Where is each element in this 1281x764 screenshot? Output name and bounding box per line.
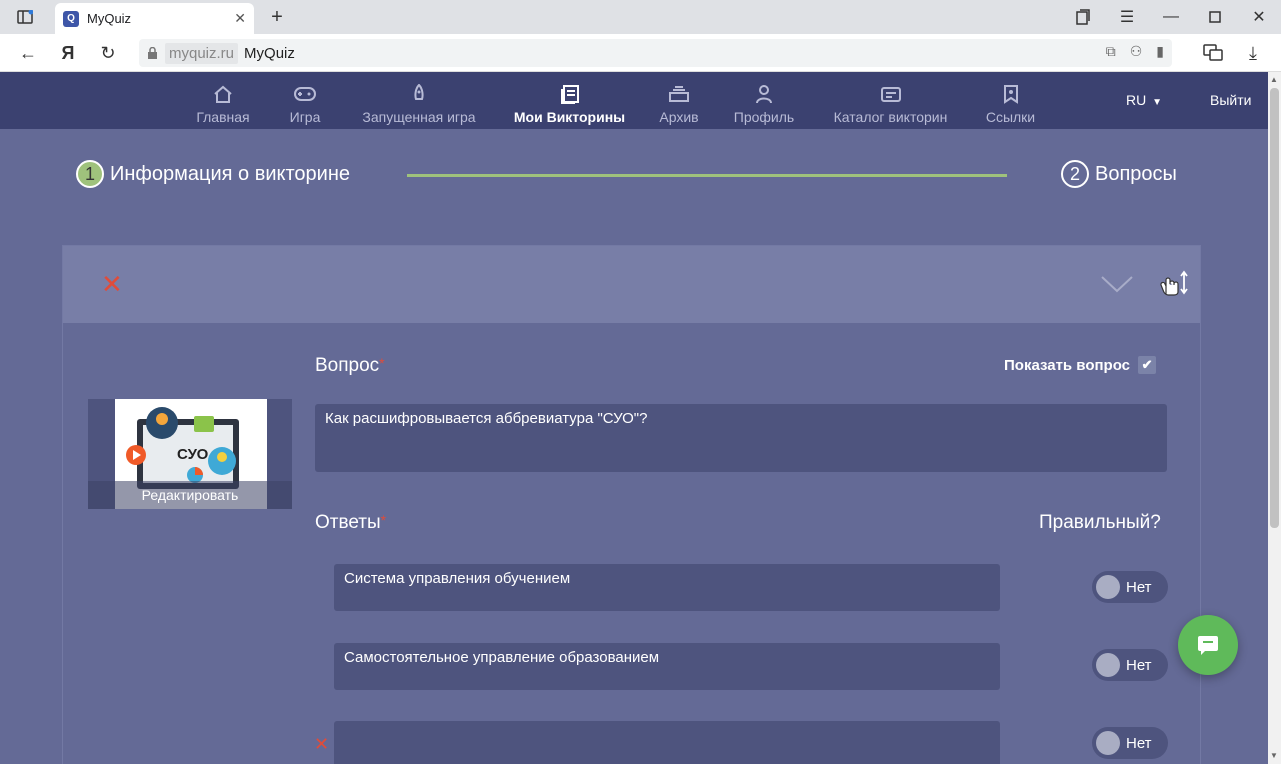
nav-label: Игра [289, 109, 321, 125]
maximize-icon[interactable] [1204, 6, 1226, 28]
language-label: RU [1126, 92, 1147, 108]
site-header: Главная Игра Запущенная игра Мои Виктори… [0, 72, 1268, 129]
step-label: Информация о викторине [110, 162, 350, 185]
correct-label: Правильный? [1039, 512, 1161, 533]
bookmarks-icon[interactable] [1072, 6, 1094, 28]
quizzes-icon [560, 83, 580, 105]
gamepad-icon [293, 83, 317, 105]
sidebar-icon[interactable] [14, 6, 36, 28]
nav-item-running-game[interactable]: Запущенная игра [357, 72, 481, 129]
toggle-label: Нет [1126, 578, 1152, 596]
nav-item-archive[interactable]: Архив [657, 72, 701, 129]
nav-label: Ссылки [985, 109, 1036, 125]
lock-icon [147, 46, 159, 59]
url-page-title: MyQuiz [244, 44, 295, 62]
minimize-icon[interactable]: — [1160, 6, 1182, 28]
nav-item-my-quizzes[interactable]: Мои Викторины [513, 72, 626, 129]
toggle-label: Нет [1126, 656, 1152, 674]
show-question-label: Показать вопрос [1004, 356, 1131, 374]
nav-label: Запущенная игра [362, 109, 476, 125]
answers-label: Ответы* [315, 512, 386, 534]
question-thumbnail[interactable]: СУО Редактировать [88, 399, 292, 509]
nav-label: Мои Викторины [513, 109, 626, 125]
archive-icon [668, 83, 690, 105]
step-questions[interactable]: 2 Вопросы [1061, 160, 1177, 188]
user-icon [755, 83, 773, 105]
nav-label: Профиль [733, 109, 795, 125]
answer-input[interactable]: Самостоятельное управление образованием [334, 643, 1000, 690]
reload-icon[interactable]: ↻ [97, 42, 119, 64]
required-mark: * [379, 355, 385, 371]
close-icon[interactable]: ✕ [1248, 6, 1270, 28]
toggle-knob [1096, 731, 1120, 755]
correct-toggle[interactable]: Нет [1092, 649, 1168, 681]
delete-question-icon[interactable]: ✕ [101, 271, 123, 297]
nav-item-catalog[interactable]: Каталог викторин [828, 72, 953, 129]
collapse-chevron-icon[interactable] [1100, 274, 1134, 294]
show-question-toggle[interactable]: Показать вопрос ✔ [1004, 356, 1157, 374]
drag-handle-icon[interactable] [1159, 270, 1189, 302]
delete-answer-icon[interactable]: ✕ [314, 734, 329, 755]
download-icon[interactable]: ⤓ [1242, 42, 1264, 64]
step-number: 1 [76, 160, 104, 188]
bookmark-icon [1003, 83, 1019, 105]
nav-item-profile[interactable]: Профиль [732, 72, 796, 129]
nav-item-home[interactable]: Главная [194, 72, 252, 129]
step-info[interactable]: 1 Информация о викторине [76, 160, 350, 188]
logout-link[interactable]: Выйти [1210, 92, 1251, 108]
scroll-up-icon[interactable]: ▲ [1270, 75, 1278, 84]
feedback-icon[interactable] [1202, 42, 1224, 64]
page-scrollbar[interactable]: ▲ ▼ [1268, 72, 1281, 764]
scrollbar-thumb[interactable] [1270, 88, 1279, 528]
url-domain: myquiz.ru [165, 42, 239, 64]
answer-input[interactable] [334, 721, 1000, 764]
step-label: Вопросы [1095, 162, 1177, 185]
required-mark: * [380, 512, 387, 528]
edit-image-button[interactable]: Редактировать [88, 481, 292, 509]
protect-icon[interactable]: ⚇ [1130, 43, 1143, 60]
language-selector[interactable]: RU ▼ [1126, 92, 1162, 108]
toggle-knob [1096, 653, 1120, 677]
chat-button[interactable] [1178, 615, 1238, 675]
tab-close-icon[interactable]: ✕ [234, 10, 246, 27]
bookmark-icon[interactable]: ▮ [1156, 43, 1164, 60]
question-card-header: ✕ [63, 246, 1200, 323]
step-number: 2 [1061, 160, 1089, 188]
scroll-down-icon[interactable]: ▼ [1270, 751, 1278, 760]
myquiz-favicon-icon: Q [63, 10, 79, 27]
toggle-knob [1096, 575, 1120, 599]
answers-label-text: Ответы [315, 512, 381, 533]
toggle-label: Нет [1126, 734, 1152, 752]
yandex-icon[interactable]: Я [57, 42, 79, 64]
translate-icon[interactable]: ⧉ [1106, 43, 1116, 60]
checkmark-icon[interactable]: ✔ [1138, 356, 1157, 374]
address-bar: ← Я ↻ myquiz.ru MyQuiz ⧉ ⚇ ▮ ⤓ [0, 34, 1281, 72]
catalog-icon [880, 83, 902, 105]
step-progress-line [407, 174, 1007, 177]
tab-title: MyQuiz [87, 11, 132, 26]
nav-label: Главная [196, 109, 250, 125]
thumbnail-text: СУО [177, 446, 209, 463]
question-card: ✕ СУО Редактировать Вопрос* Показать воп… [62, 245, 1201, 764]
correct-toggle[interactable]: Нет [1092, 727, 1168, 759]
omnibox[interactable]: myquiz.ru MyQuiz ⧉ ⚇ ▮ [139, 39, 1172, 67]
nav-item-game[interactable]: Игра [287, 72, 323, 129]
menu-icon[interactable]: ☰ [1116, 6, 1138, 28]
new-tab-icon[interactable]: + [266, 6, 288, 28]
question-label: Вопрос* [315, 355, 385, 377]
question-text-input[interactable]: Как расшифровывается аббревиатура "СУО"? [315, 404, 1167, 472]
back-icon[interactable]: ← [17, 42, 39, 64]
nav-item-links[interactable]: Ссылки [984, 72, 1037, 129]
question-label-text: Вопрос [315, 355, 380, 376]
chevron-down-icon: ▼ [1152, 97, 1163, 108]
nav-label: Архив [659, 109, 699, 125]
answer-input[interactable]: Система управления обучением [334, 564, 1000, 611]
home-icon [213, 83, 233, 105]
nav-label: Каталог викторин [833, 109, 948, 125]
rocket-icon [411, 83, 427, 105]
chat-icon [1198, 636, 1218, 655]
browser-tab[interactable]: Q MyQuiz ✕ [55, 3, 254, 34]
correct-toggle[interactable]: Нет [1092, 571, 1168, 603]
browser-tab-bar: Q MyQuiz ✕ + ☰ — ✕ [0, 0, 1281, 34]
